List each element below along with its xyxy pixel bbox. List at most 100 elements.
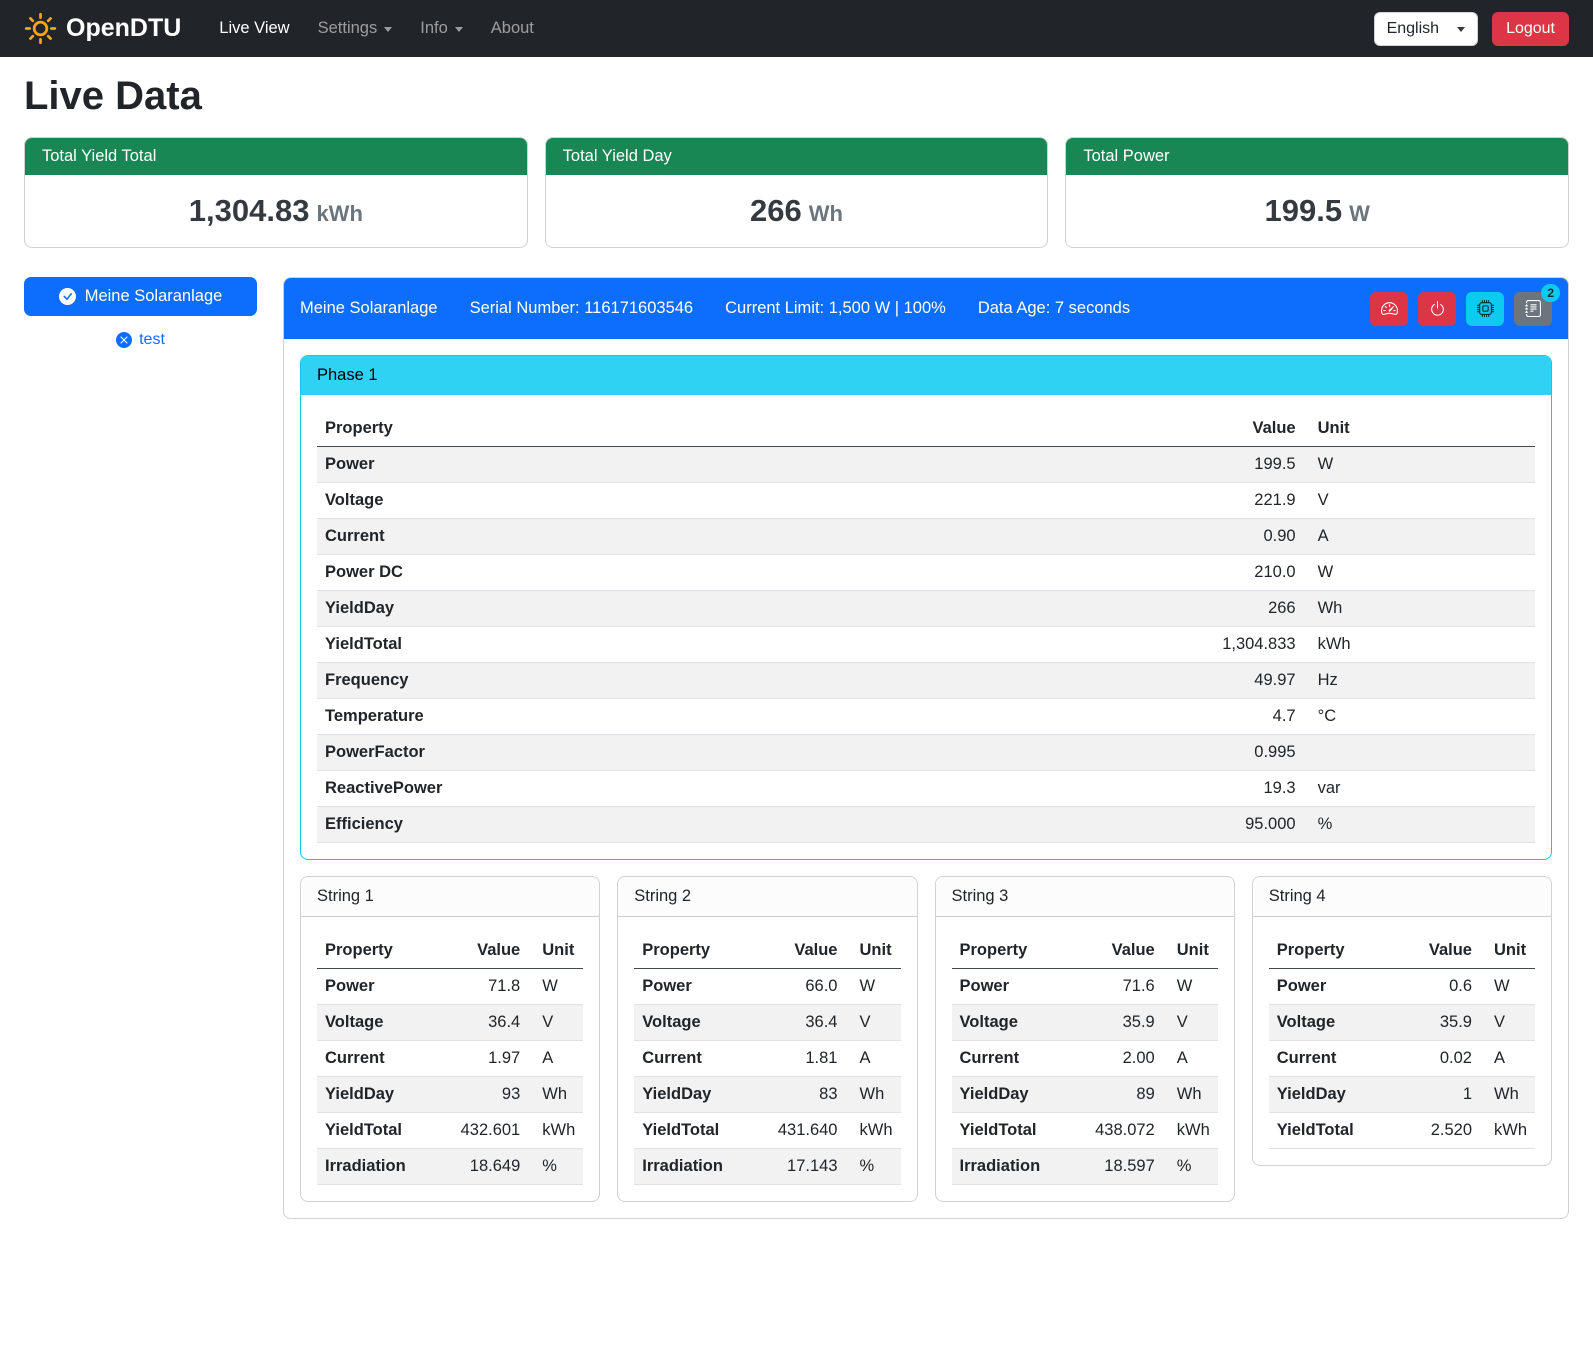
string-4-body: Property Value Unit Power0.6WVoltage35.9… — [1253, 917, 1551, 1165]
property-name: Voltage — [317, 1005, 436, 1041]
inverter-selected-button[interactable]: Meine Solaranlage — [24, 277, 257, 316]
brand-link[interactable]: OpenDTU — [24, 12, 181, 45]
property-name: YieldTotal — [317, 1113, 436, 1149]
property-value: 17.143 — [753, 1149, 846, 1185]
property-unit: Wh — [1163, 1077, 1218, 1113]
chevron-down-icon — [1457, 27, 1465, 32]
table-row: Irradiation18.649% — [317, 1149, 583, 1185]
property-value: 35.9 — [1070, 1005, 1163, 1041]
property-name: Power — [317, 969, 436, 1005]
total-yield-total-value: 1,304.83 — [189, 193, 310, 228]
property-name: YieldDay — [317, 591, 908, 627]
property-unit: Wh — [1480, 1077, 1535, 1113]
string-3-body: Property Value Unit Power71.6WVoltage35.… — [936, 917, 1234, 1201]
table-row: Irradiation18.597% — [952, 1149, 1218, 1185]
inverter-current-limit: Current Limit: 1,500 W | 100% — [725, 299, 946, 318]
property-name: Power — [634, 969, 753, 1005]
property-unit: °C — [1304, 699, 1535, 735]
property-name: YieldDay — [952, 1077, 1071, 1113]
string-3-header: String 3 — [936, 877, 1234, 917]
property-name: Voltage — [1269, 1005, 1398, 1041]
string-2-card: String 2 Property Value Unit — [617, 876, 917, 1202]
inverter-card: Meine Solaranlage Serial Number: 1161716… — [283, 277, 1569, 1219]
table-row: YieldTotal1,304.833kWh — [317, 627, 1535, 663]
nav-live-view-label: Live View — [219, 19, 289, 38]
nav-about[interactable]: About — [479, 11, 546, 46]
limit-settings-button[interactable] — [1370, 292, 1408, 326]
nav-info-dropdown[interactable]: Info — [408, 11, 475, 46]
power-control-button[interactable] — [1418, 292, 1456, 326]
property-unit: kWh — [1304, 627, 1535, 663]
table-row: Power71.6W — [952, 969, 1218, 1005]
card-header: Total Power — [1066, 138, 1568, 175]
table-row: Voltage35.9V — [1269, 1005, 1535, 1041]
phase-1-header: Phase 1 — [301, 356, 1551, 395]
property-name: Current — [317, 519, 908, 555]
table-row: Current0.90A — [317, 519, 1535, 555]
table-row: YieldTotal2.520kWh — [1269, 1113, 1535, 1149]
table-row: YieldTotal432.601kWh — [317, 1113, 583, 1149]
property-value: 83 — [753, 1077, 846, 1113]
property-unit: kWh — [528, 1113, 583, 1149]
property-unit — [1304, 735, 1535, 771]
power-icon — [1429, 300, 1446, 317]
property-unit: W — [1304, 447, 1535, 483]
nav-settings-dropdown[interactable]: Settings — [306, 11, 405, 46]
property-name: YieldDay — [1269, 1077, 1398, 1113]
page-title: Live Data — [24, 74, 1569, 119]
property-name: Voltage — [317, 483, 908, 519]
property-unit: V — [1480, 1005, 1535, 1041]
property-name: Temperature — [317, 699, 908, 735]
event-log-button[interactable]: 2 — [1514, 292, 1552, 326]
property-value: 19.3 — [908, 771, 1304, 807]
property-unit: A — [528, 1041, 583, 1077]
property-name: ReactivePower — [317, 771, 908, 807]
chevron-down-icon — [455, 27, 463, 32]
column-header-value: Value — [436, 933, 529, 969]
table-row: Voltage36.4V — [317, 1005, 583, 1041]
card-header: Total Yield Day — [546, 138, 1048, 175]
property-unit: W — [846, 969, 901, 1005]
string-4-card: String 4 Property Value Unit — [1252, 876, 1552, 1166]
card-body: 1,304.83kWh — [25, 175, 527, 247]
property-value: 18.649 — [436, 1149, 529, 1185]
table-row: YieldDay1Wh — [1269, 1077, 1535, 1113]
property-value: 36.4 — [753, 1005, 846, 1041]
column-header-property: Property — [634, 933, 753, 969]
property-unit: V — [1163, 1005, 1218, 1041]
column-header-property: Property — [317, 933, 436, 969]
table-row: Power DC210.0W — [317, 555, 1535, 591]
language-select[interactable]: English — [1374, 12, 1478, 46]
nav-live-view[interactable]: Live View — [207, 11, 301, 46]
property-value: 266 — [908, 591, 1304, 627]
property-unit: % — [1163, 1149, 1218, 1185]
cpu-icon — [1477, 300, 1494, 317]
table-row: Power199.5W — [317, 447, 1535, 483]
column-header-value: Value — [753, 933, 846, 969]
table-header-row: Property Value Unit — [634, 933, 900, 969]
table-row: Power71.8W — [317, 969, 583, 1005]
inverter-item-test[interactable]: test — [24, 331, 257, 349]
column-header-unit: Unit — [846, 933, 901, 969]
property-name: Current — [634, 1041, 753, 1077]
navbar-right: English Logout — [1374, 12, 1569, 46]
inverter-item-test-label: test — [139, 331, 165, 349]
property-value: 2.520 — [1398, 1113, 1480, 1149]
property-unit: V — [528, 1005, 583, 1041]
property-name: Power — [1269, 969, 1398, 1005]
table-row: YieldDay89Wh — [952, 1077, 1218, 1113]
table-row: Frequency49.97Hz — [317, 663, 1535, 699]
table-row: ReactivePower19.3var — [317, 771, 1535, 807]
property-unit: W — [528, 969, 583, 1005]
property-unit: W — [1480, 969, 1535, 1005]
total-power-card: Total Power 199.5W — [1065, 137, 1569, 248]
property-name: Voltage — [634, 1005, 753, 1041]
table-header-row: Property Value Unit — [952, 933, 1218, 969]
property-name: YieldTotal — [952, 1113, 1071, 1149]
logout-button[interactable]: Logout — [1492, 12, 1569, 46]
inverter-info-button[interactable] — [1466, 292, 1504, 326]
property-value: 18.597 — [1070, 1149, 1163, 1185]
inverter-serial: Serial Number: 116171603546 — [470, 299, 694, 318]
table-header-row: Property Value Unit — [1269, 933, 1535, 969]
property-unit: kWh — [846, 1113, 901, 1149]
